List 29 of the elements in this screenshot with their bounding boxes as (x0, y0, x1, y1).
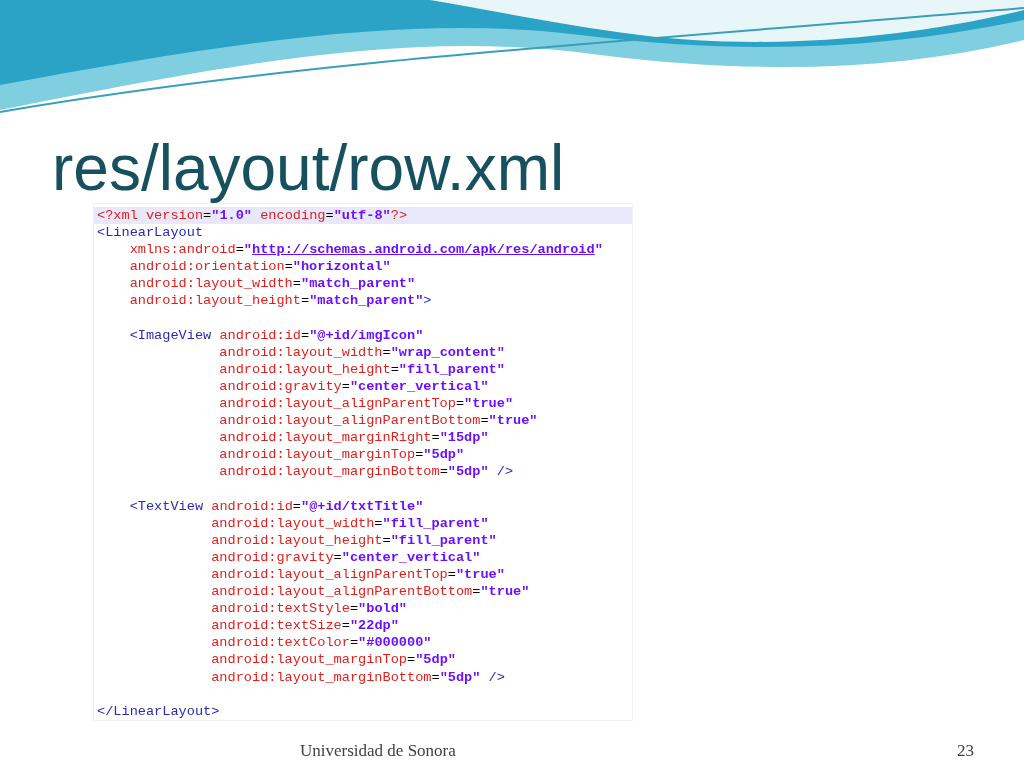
code-line: android:layout_marginBottom="5dp" /> (218, 463, 515, 481)
code-line: android:layout_height="fill_parent" (218, 360, 506, 378)
code-line: <LinearLayout (96, 224, 205, 242)
code-line: android:layout_width="wrap_content" (218, 343, 506, 361)
code-line: android:layout_marginTop="5dp" (210, 651, 457, 669)
code-line: android:layout_alignParentBottom="true" (218, 412, 539, 430)
code-line: android:layout_height="match_parent"> (128, 292, 433, 310)
code-line: android:layout_marginRight="15dp" (218, 429, 490, 447)
code-line: <TextView android:id="@+id/txtTitle" (128, 497, 425, 515)
code-line: android:gravity="center_vertical" (218, 377, 490, 396)
code-line: </LinearLayout> (96, 702, 221, 720)
code-line: android:layout_alignParentTop="true" (210, 565, 506, 584)
code-line: android:textStyle="bold" (210, 600, 408, 618)
code-line: android:orientation="horizontal" (128, 258, 392, 276)
code-line: android:layout_alignParentTop="true" (218, 395, 515, 413)
page-number: 23 (957, 740, 974, 761)
slide-title: res/layout/row.xml (52, 133, 566, 203)
code-line: android:layout_width="fill_parent" (210, 514, 490, 532)
code-line: android:textColor="#000000" (210, 634, 433, 652)
code-line: android:layout_marginTop="5dp" (218, 446, 466, 464)
code-line: android:gravity="center_vertical" (210, 548, 482, 566)
code-line: xmlns:android="http://schemas.android.com/apk/res/android" (128, 241, 604, 259)
code-line: android:textSize="22dp" (210, 617, 400, 635)
footer-text: Universidad de Sonora (300, 740, 456, 761)
code-line: android:layout_marginBottom="5dp" /> (210, 668, 506, 686)
code-line: android:layout_alignParentBottom="true" (210, 583, 531, 601)
code-line: <ImageView android:id="@+id/imgIcon" (128, 326, 425, 344)
code-line: android:layout_height="fill_parent" (210, 531, 498, 549)
code-line: android:layout_width="match_parent" (128, 275, 417, 293)
